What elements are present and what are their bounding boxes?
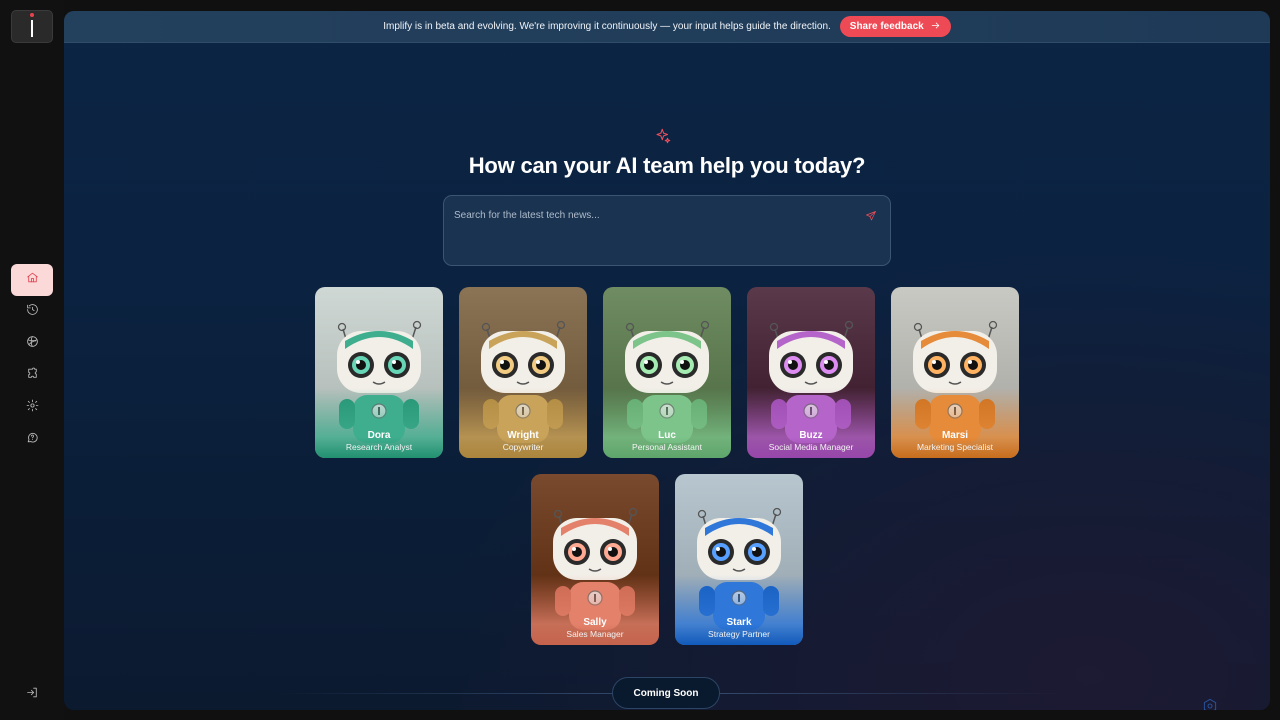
hexagon-icon[interactable]: [1202, 698, 1218, 710]
share-feedback-button[interactable]: Share feedback: [839, 16, 951, 37]
nav-explore[interactable]: [11, 328, 53, 360]
banner-text: Implify is in beta and evolving. We're i…: [383, 21, 831, 32]
help-chat-icon: [26, 431, 39, 449]
agent-card-buzz[interactable]: Buzz Social Media Manager: [747, 287, 875, 458]
agent-card-sally[interactable]: Sally Sales Manager: [531, 474, 659, 645]
nav-home[interactable]: [11, 264, 53, 296]
agent-name: Dora: [367, 430, 391, 441]
agent-role: Copywriter: [502, 442, 544, 452]
agent-name: Marsi: [941, 430, 969, 441]
search-box[interactable]: [443, 195, 891, 266]
nav-settings[interactable]: [11, 392, 53, 424]
main-panel: Implify is in beta and evolving. We're i…: [64, 11, 1270, 710]
logo-mark: [30, 12, 34, 37]
arrow-right-icon: [930, 20, 941, 34]
puzzle-icon: [26, 367, 39, 385]
agent-name: Buzz: [799, 430, 823, 441]
agent-role: Personal Assistant: [632, 442, 702, 452]
nav-help[interactable]: [11, 424, 53, 456]
agent-name: Stark: [726, 617, 752, 628]
agent-name: Luc: [658, 430, 676, 441]
coming-soon-button[interactable]: Coming Soon: [612, 677, 720, 709]
sparkle-icon: [654, 127, 672, 145]
page-title: How can your AI team help you today?: [468, 153, 866, 178]
search-input[interactable]: [454, 207, 854, 223]
agent-role: Strategy Partner: [708, 629, 770, 639]
agent-role: Sales Manager: [566, 629, 624, 639]
beta-banner: Implify is in beta and evolving. We're i…: [64, 11, 1270, 43]
agent-card-wright[interactable]: Wright Copywriter: [459, 287, 587, 458]
app-logo[interactable]: [11, 10, 53, 43]
share-feedback-label: Share feedback: [849, 21, 924, 32]
agent-role: Research Analyst: [345, 442, 413, 452]
home-icon: [26, 271, 39, 289]
gear-icon: [26, 399, 39, 417]
globe-icon: [26, 335, 39, 353]
history-icon: [26, 303, 39, 321]
agent-name: Wright: [507, 430, 539, 441]
sidebar: [0, 0, 64, 720]
agent-role: Marketing Specialist: [916, 442, 994, 452]
nav-integrations[interactable]: [11, 360, 53, 392]
agent-card-dora[interactable]: Dora Research Analyst: [315, 287, 443, 458]
agent-card-luc[interactable]: Luc Personal Assistant: [603, 287, 731, 458]
send-icon[interactable]: [865, 209, 877, 221]
agent-name: Sally: [583, 617, 607, 628]
nav-logout[interactable]: [11, 679, 53, 711]
agent-card-stark[interactable]: Stark Strategy Partner: [675, 474, 803, 645]
agent-role: Social Media Manager: [768, 442, 854, 452]
logout-icon: [26, 686, 39, 704]
nav-history[interactable]: [11, 296, 53, 328]
agent-card-marsi[interactable]: Marsi Marketing Specialist: [891, 287, 1019, 458]
